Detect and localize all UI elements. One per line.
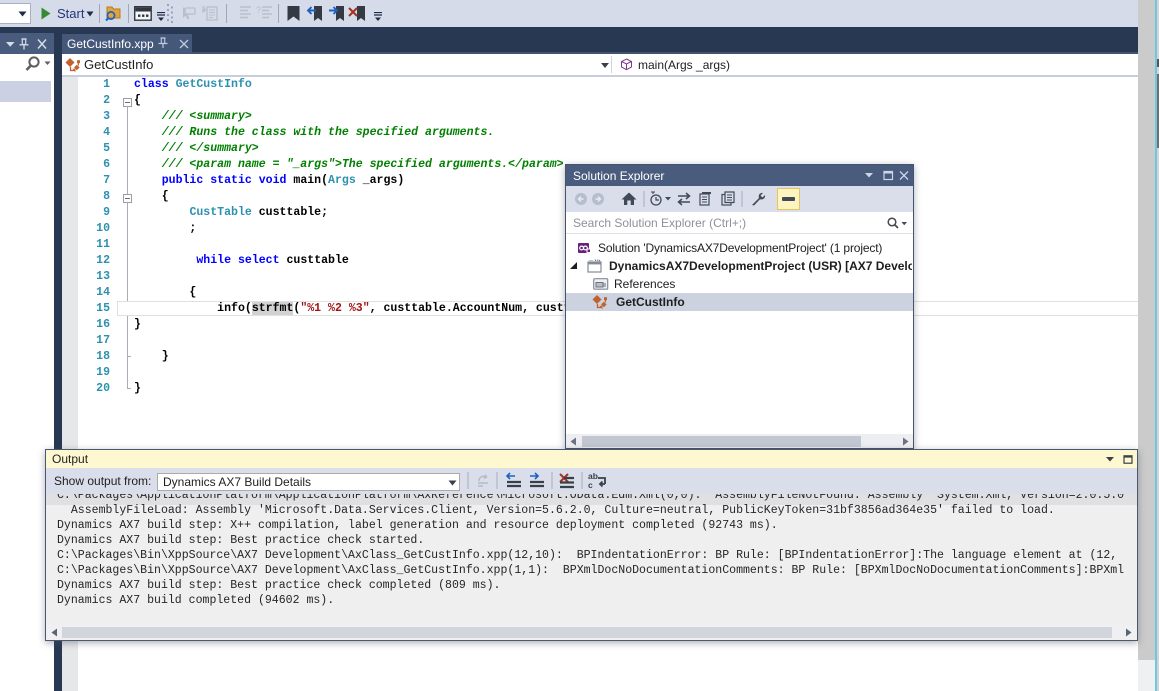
svg-text:?: ? (256, 6, 261, 15)
svg-text:c: c (588, 480, 593, 490)
